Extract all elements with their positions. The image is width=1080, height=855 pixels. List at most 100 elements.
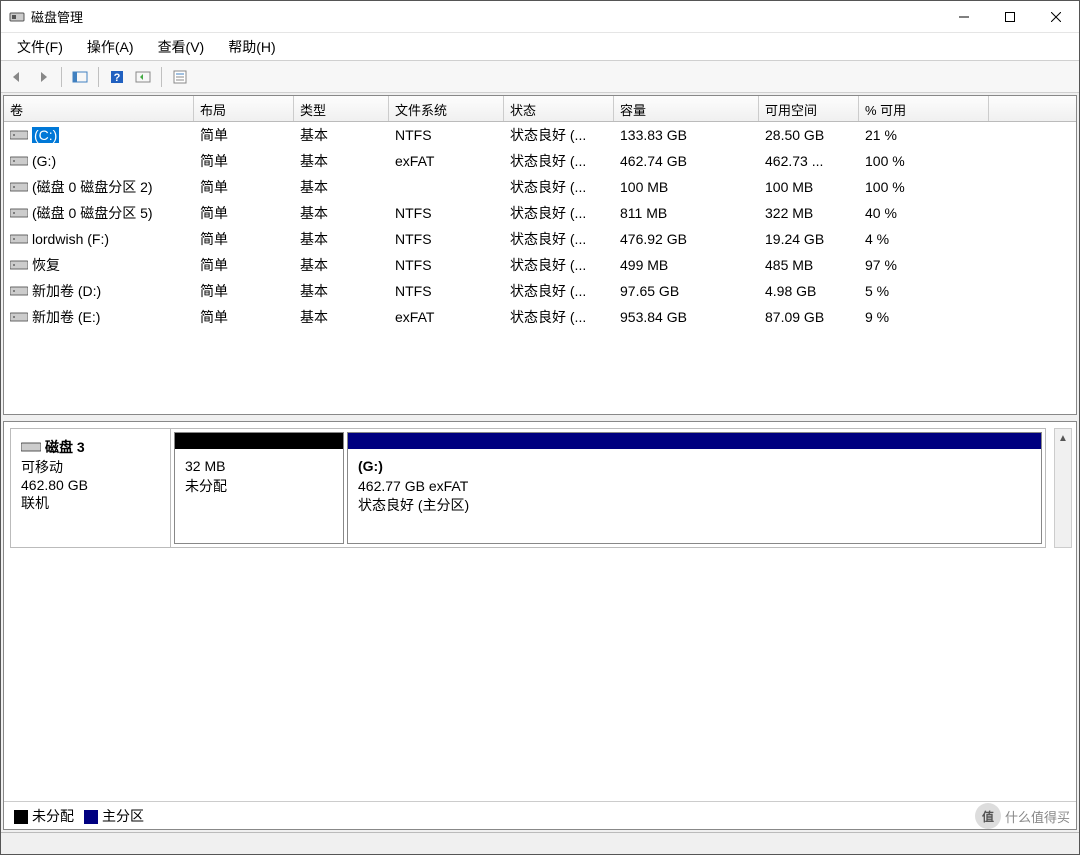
col-volume[interactable]: 卷 (4, 96, 194, 121)
volume-row[interactable]: lordwish (F:)简单基本NTFS状态良好 (...476.92 GB1… (4, 226, 1076, 252)
volume-layout: 简单 (194, 227, 294, 251)
volume-status: 状态良好 (... (504, 123, 614, 147)
volume-fs: exFAT (389, 151, 504, 171)
volume-row[interactable]: (磁盘 0 磁盘分区 2)简单基本状态良好 (...100 MB100 MB10… (4, 174, 1076, 200)
volume-name-cell: (G:) (4, 151, 194, 171)
volume-name-cell: (C:) (4, 125, 194, 145)
volume-pct: 40 % (859, 203, 989, 223)
volume-list-pane: 卷 布局 类型 文件系统 状态 容量 可用空间 % 可用 (C:)简单基本NTF… (3, 95, 1077, 415)
volume-name-cell: 恢复 (4, 253, 194, 277)
volume-fs (389, 185, 504, 189)
volume-name-cell: (磁盘 0 磁盘分区 5) (4, 201, 194, 225)
volume-header: 卷 布局 类型 文件系统 状态 容量 可用空间 % 可用 (4, 96, 1076, 122)
volume-name-cell: (磁盘 0 磁盘分区 2) (4, 175, 194, 199)
volume-layout: 简单 (194, 253, 294, 277)
volume-name-cell: lordwish (F:) (4, 229, 194, 249)
menu-view[interactable]: 查看(V) (146, 33, 217, 61)
volume-layout: 简单 (194, 201, 294, 225)
legend: 未分配 主分区 (4, 801, 1076, 829)
volume-free: 485 MB (759, 255, 859, 275)
partition-bar-primary (348, 433, 1041, 449)
volume-row[interactable]: 新加卷 (E:)简单基本exFAT状态良好 (...953.84 GB87.09… (4, 304, 1076, 330)
volume-row[interactable]: (C:)简单基本NTFS状态良好 (...133.83 GB28.50 GB21… (4, 122, 1076, 148)
minimize-button[interactable] (941, 1, 987, 33)
volume-pct: 9 % (859, 307, 989, 327)
col-pctfree[interactable]: % 可用 (859, 96, 989, 121)
separator (161, 67, 162, 87)
partition-unallocated[interactable]: 32 MB 未分配 (174, 432, 344, 544)
statusbar (1, 832, 1079, 854)
volume-pct: 5 % (859, 281, 989, 301)
volume-pct: 100 % (859, 151, 989, 171)
unalloc-size: 32 MB (185, 457, 333, 477)
disk-row[interactable]: 磁盘 3 可移动 462.80 GB 联机 32 MB 未分配 (10, 428, 1046, 548)
volume-capacity: 462.74 GB (614, 151, 759, 171)
partition-bar-unallocated (175, 433, 343, 449)
volume-row[interactable]: 新加卷 (D:)简单基本NTFS状态良好 (...97.65 GB4.98 GB… (4, 278, 1076, 304)
menu-action[interactable]: 操作(A) (75, 33, 146, 61)
volume-status: 状态良好 (... (504, 175, 614, 199)
show-hide-console-button[interactable] (68, 65, 92, 89)
refresh-button[interactable] (131, 65, 155, 89)
col-status[interactable]: 状态 (504, 96, 614, 121)
volume-status: 状态良好 (... (504, 227, 614, 251)
volume-row[interactable]: (G:)简单基本exFAT状态良好 (...462.74 GB462.73 ..… (4, 148, 1076, 174)
volume-pct: 100 % (859, 177, 989, 197)
disk-info: 磁盘 3 可移动 462.80 GB 联机 (11, 429, 171, 547)
volume-free: 87.09 GB (759, 307, 859, 327)
volume-layout: 简单 (194, 279, 294, 303)
col-fs[interactable]: 文件系统 (389, 96, 504, 121)
col-type[interactable]: 类型 (294, 96, 389, 121)
disk-graphic-pane: 磁盘 3 可移动 462.80 GB 联机 32 MB 未分配 (3, 421, 1077, 830)
scroll-up-icon[interactable]: ▲ (1055, 429, 1071, 447)
volume-name-cell: 新加卷 (E:) (4, 305, 194, 329)
col-free[interactable]: 可用空间 (759, 96, 859, 121)
volume-type: 基本 (294, 279, 389, 303)
disk-title: 磁盘 3 (45, 439, 85, 455)
unalloc-label: 未分配 (185, 477, 333, 497)
help-button[interactable]: ? (105, 65, 129, 89)
volume-type: 基本 (294, 305, 389, 329)
volume-free: 100 MB (759, 177, 859, 197)
partition-primary[interactable]: (G:) 462.77 GB exFAT 状态良好 (主分区) (347, 432, 1042, 544)
volume-status: 状态良好 (... (504, 201, 614, 225)
volume-free: 28.50 GB (759, 125, 859, 145)
volume-pct: 97 % (859, 255, 989, 275)
volume-type: 基本 (294, 253, 389, 277)
watermark-badge-icon: 值 (975, 803, 1001, 829)
swatch-unallocated-icon (14, 810, 28, 824)
col-capacity[interactable]: 容量 (614, 96, 759, 121)
volume-fs: NTFS (389, 229, 504, 249)
volume-body[interactable]: (C:)简单基本NTFS状态良好 (...133.83 GB28.50 GB21… (4, 122, 1076, 414)
volume-fs: NTFS (389, 281, 504, 301)
volume-type: 基本 (294, 201, 389, 225)
volume-row[interactable]: (磁盘 0 磁盘分区 5)简单基本NTFS状态良好 (...811 MB322 … (4, 200, 1076, 226)
titlebar: 磁盘管理 (1, 1, 1079, 33)
volume-capacity: 953.84 GB (614, 307, 759, 327)
col-layout[interactable]: 布局 (194, 96, 294, 121)
volume-fs: NTFS (389, 203, 504, 223)
menubar: 文件(F) 操作(A) 查看(V) 帮助(H) (1, 33, 1079, 61)
volume-row[interactable]: 恢复简单基本NTFS状态良好 (...499 MB485 MB97 % (4, 252, 1076, 278)
volume-type: 基本 (294, 175, 389, 199)
volume-type: 基本 (294, 149, 389, 173)
volume-name-cell: 新加卷 (D:) (4, 279, 194, 303)
window-title: 磁盘管理 (31, 7, 941, 26)
volume-capacity: 97.65 GB (614, 281, 759, 301)
volume-layout: 简单 (194, 305, 294, 329)
volume-pct: 21 % (859, 125, 989, 145)
volume-status: 状态良好 (... (504, 149, 614, 173)
disk-kind: 可移动 (21, 457, 160, 477)
menu-file[interactable]: 文件(F) (5, 33, 75, 61)
close-button[interactable] (1033, 1, 1079, 33)
back-button[interactable] (5, 65, 29, 89)
volume-pct: 4 % (859, 229, 989, 249)
volume-layout: 简单 (194, 149, 294, 173)
separator (98, 67, 99, 87)
vertical-scrollbar[interactable]: ▲ (1054, 428, 1072, 548)
properties-button[interactable] (168, 65, 192, 89)
maximize-button[interactable] (987, 1, 1033, 33)
forward-button[interactable] (31, 65, 55, 89)
menu-help[interactable]: 帮助(H) (216, 33, 287, 61)
partition-desc: 462.77 GB exFAT (358, 477, 1031, 497)
